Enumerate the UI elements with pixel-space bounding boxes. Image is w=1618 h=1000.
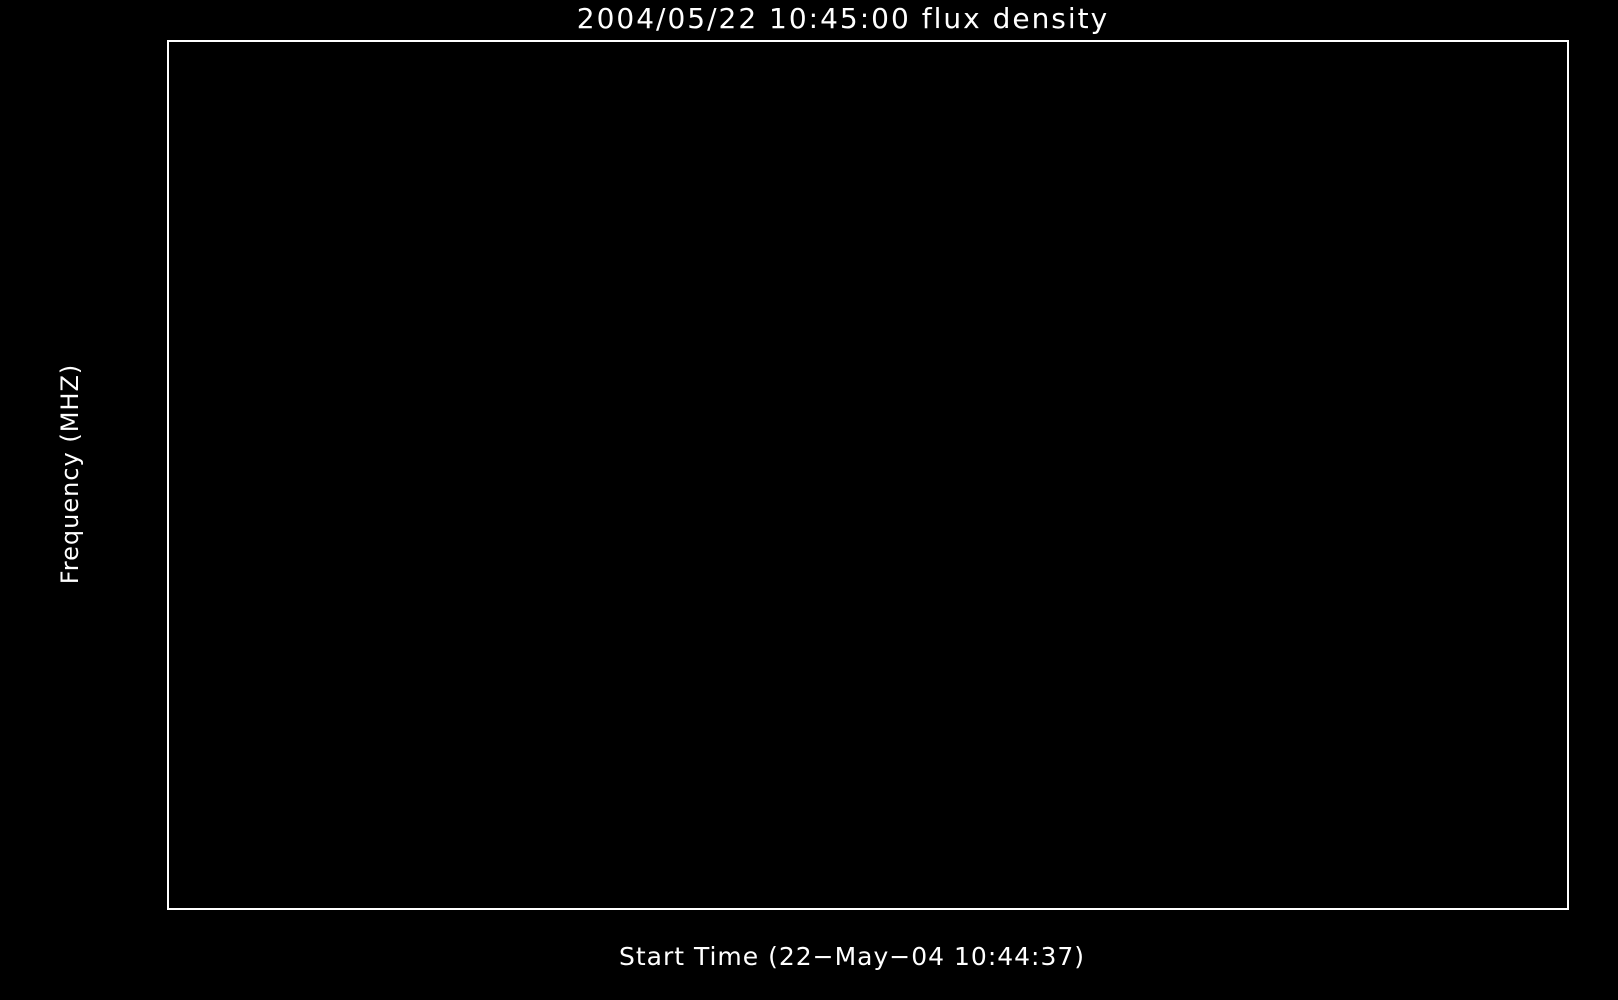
y-axis-label: Frequency (MHZ) bbox=[56, 363, 84, 585]
screenshot-root: 2004/05/22 10:45:00 flux density Frequen… bbox=[0, 0, 1618, 1000]
x-axis-label: Start Time (22−May−04 10:44:37) bbox=[618, 942, 1086, 971]
spectrogram-image bbox=[228, 59, 1502, 890]
chart-title: 2004/05/22 10:45:00 flux density bbox=[576, 2, 1110, 35]
